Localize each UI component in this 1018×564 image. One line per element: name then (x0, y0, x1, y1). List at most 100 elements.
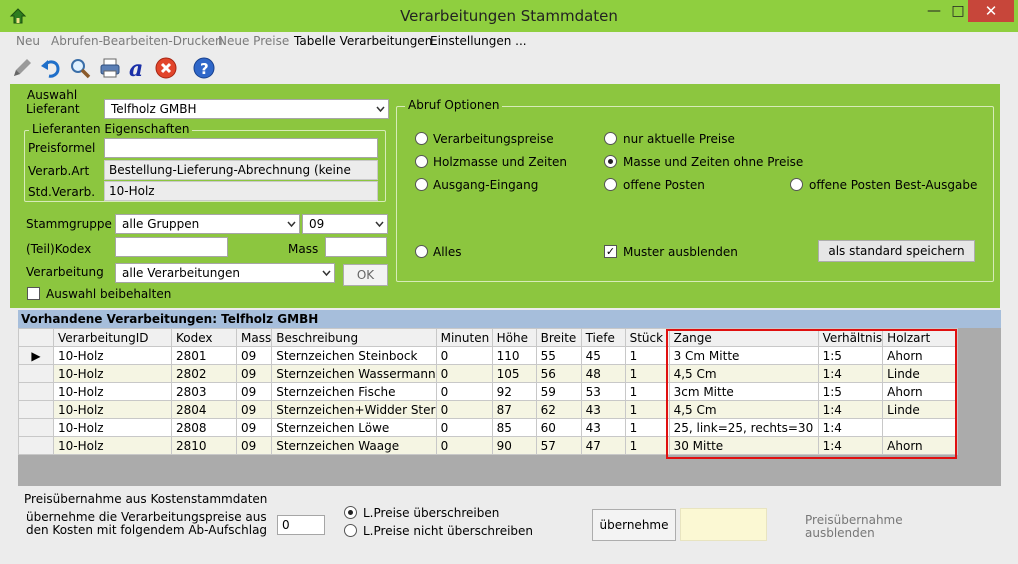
cell[interactable]: 105 (491, 364, 537, 383)
radio-ausgang-eingang[interactable] (415, 178, 428, 191)
cell[interactable]: 0 (435, 382, 493, 401)
cell[interactable]: 62 (535, 400, 582, 419)
cell[interactable]: 2808 (171, 418, 237, 437)
uebernehme-button[interactable]: übernehme (592, 509, 676, 541)
cell[interactable]: 09 (235, 436, 273, 455)
cell[interactable]: Sternzeichen Waage (271, 436, 437, 455)
pencil-icon[interactable] (10, 56, 34, 80)
radio-alles[interactable] (415, 245, 428, 258)
cell[interactable]: 85 (491, 418, 537, 437)
row-header[interactable] (18, 382, 54, 401)
cell[interactable]: Sternzeichen+Widder Ster (271, 400, 437, 419)
cell[interactable]: 2810 (171, 436, 237, 455)
font-icon[interactable]: a (126, 56, 150, 80)
cell[interactable]: 0 (435, 436, 493, 455)
cell[interactable]: 1 (624, 436, 670, 455)
cell[interactable]: Sternzeichen Wassermann (271, 364, 437, 383)
radio-verarbeitungspreise[interactable] (415, 132, 428, 145)
cell[interactable]: 2801 (171, 346, 237, 365)
cancel-icon[interactable] (154, 56, 178, 80)
column-header[interactable]: Stück (624, 328, 670, 347)
stammgruppe-select[interactable]: alle Gruppen (115, 214, 300, 234)
cell[interactable]: 45 (580, 346, 626, 365)
cell[interactable]: 1 (624, 346, 670, 365)
search-icon[interactable] (68, 56, 92, 80)
close-window-button[interactable]: ✕ (968, 0, 1014, 22)
aufschlag-field[interactable]: 0 (277, 515, 325, 535)
cell[interactable]: Sternzeichen Steinbock (271, 346, 437, 365)
column-header[interactable]: Minuten (435, 328, 493, 347)
radio-masse-ohne-preise[interactable] (604, 155, 617, 168)
cell[interactable]: 57 (535, 436, 582, 455)
cell[interactable]: 09 (235, 346, 273, 365)
als-standard-speichern-button[interactable]: als standard speichern (818, 240, 975, 262)
cell[interactable]: 92 (491, 382, 537, 401)
cell[interactable]: Sternzeichen Fische (271, 382, 437, 401)
cell[interactable]: 110 (491, 346, 537, 365)
radio-holzmasse[interactable] (415, 155, 428, 168)
cell[interactable]: 1 (624, 418, 670, 437)
verarbeitung-select[interactable]: alle Verarbeitungen (115, 263, 335, 283)
lieferant-select[interactable]: Telfholz GMBH (104, 99, 389, 119)
cell[interactable]: 0 (435, 364, 493, 383)
column-header[interactable]: Höhe (491, 328, 537, 347)
mass-field[interactable] (325, 237, 387, 257)
cell[interactable]: 0 (435, 418, 493, 437)
ok-button[interactable]: OK (343, 264, 388, 286)
cell[interactable]: 2802 (171, 364, 237, 383)
cell[interactable]: 10-Holz (53, 436, 172, 455)
cell[interactable]: 10-Holz (53, 382, 172, 401)
cell[interactable]: 43 (580, 418, 626, 437)
cell[interactable]: 43 (580, 400, 626, 419)
row-header[interactable] (18, 436, 54, 455)
column-header[interactable]: Mass (235, 328, 273, 347)
column-header[interactable]: Breite (535, 328, 582, 347)
cell[interactable]: 2803 (171, 382, 237, 401)
radio-l-preise-nicht-ueberschreiben[interactable] (344, 524, 357, 537)
column-header[interactable]: Beschreibung (271, 328, 437, 347)
cell[interactable]: 09 (235, 364, 273, 383)
menu-tabelle-verarbeitungen[interactable]: Tabelle Verarbeitungen (294, 34, 432, 48)
cell[interactable]: 0 (435, 346, 493, 365)
cell[interactable]: 53 (580, 382, 626, 401)
menu-abrufen-bearbeiten-drucken[interactable]: Abrufen-Bearbeiten-Drucken (51, 34, 223, 48)
menu-einstellungen[interactable]: Einstellungen ... (430, 34, 527, 48)
row-header[interactable] (18, 400, 54, 419)
menu-neu[interactable]: Neu (16, 34, 40, 48)
muster-ausblenden-checkbox[interactable]: ✓ (604, 245, 617, 258)
cell[interactable]: 48 (580, 364, 626, 383)
cell[interactable]: 1 (624, 382, 670, 401)
row-header[interactable] (18, 418, 54, 437)
cell[interactable]: 09 (235, 418, 273, 437)
cell[interactable]: 10-Holz (53, 364, 172, 383)
cell[interactable]: 59 (535, 382, 582, 401)
current-row-marker-icon[interactable]: ▶ (18, 346, 54, 365)
cell[interactable]: 47 (580, 436, 626, 455)
row-header[interactable] (18, 364, 54, 383)
cell[interactable]: 1 (624, 400, 670, 419)
cell[interactable]: 2804 (171, 400, 237, 419)
radio-l-preise-ueberschreiben[interactable] (344, 506, 357, 519)
column-header[interactable]: VerarbeitungID (53, 328, 172, 347)
radio-offene-posten-best[interactable] (790, 178, 803, 191)
column-header[interactable]: Tiefe (580, 328, 626, 347)
radio-offene-posten[interactable] (604, 178, 617, 191)
cell[interactable]: Sternzeichen Löwe (271, 418, 437, 437)
cell[interactable]: 10-Holz (53, 418, 172, 437)
undo-icon[interactable] (38, 56, 62, 80)
cell[interactable]: 09 (235, 382, 273, 401)
preisuebernahme-ausblenden-line2[interactable]: ausblenden (805, 526, 875, 540)
teilkodex-field[interactable] (115, 237, 228, 257)
menu-neue-preise[interactable]: Neue Preise (218, 34, 289, 48)
cell[interactable]: 55 (535, 346, 582, 365)
cell[interactable]: 1 (624, 364, 670, 383)
cell[interactable]: 60 (535, 418, 582, 437)
auswahl-beibehalten-checkbox[interactable] (27, 287, 40, 300)
cell[interactable]: 87 (491, 400, 537, 419)
preisformel-field[interactable] (104, 138, 378, 158)
cell[interactable]: 10-Holz (53, 400, 172, 419)
column-header[interactable]: Kodex (171, 328, 237, 347)
preisuebernahme-ausblenden-line1[interactable]: Preisübernahme (805, 513, 903, 527)
cell[interactable]: 56 (535, 364, 582, 383)
cell[interactable]: 90 (491, 436, 537, 455)
